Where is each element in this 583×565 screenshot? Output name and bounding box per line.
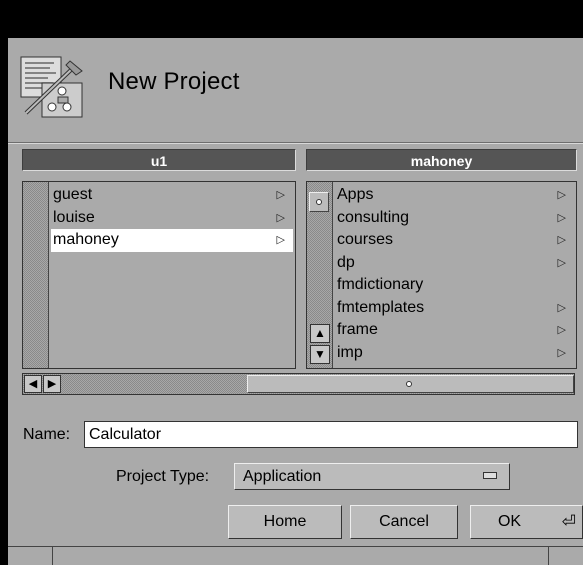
list-item[interactable]: guest ▷ — [51, 184, 293, 207]
title-bar[interactable] — [0, 0, 583, 38]
list-item[interactable]: frame ▷ — [335, 319, 574, 342]
list-item[interactable]: fmdictionary — [335, 274, 574, 297]
list-item[interactable]: Apps ▷ — [335, 184, 574, 207]
branch-arrow-icon: ▷ — [557, 211, 566, 224]
branch-arrow-icon: ▷ — [557, 234, 566, 246]
list-item-selected[interactable]: mahoney ▷ — [51, 229, 293, 252]
dialog-title: New Project — [108, 68, 240, 95]
column-header-left: u1 — [22, 149, 296, 171]
branch-arrow-icon: ▷ — [557, 256, 566, 269]
list-item-label: guest — [53, 186, 93, 203]
list-item-label: louise — [53, 208, 95, 226]
branch-arrow-icon: ▷ — [557, 324, 566, 336]
list-item[interactable]: louise ▷ — [51, 207, 293, 230]
ok-button[interactable]: OK ⏎ — [470, 505, 583, 539]
right-list-scrollbar[interactable]: ▲ ▼ — [307, 182, 333, 368]
option-menu-indicator-icon — [483, 472, 497, 479]
list-item-label: imp — [337, 343, 363, 361]
column-header-right: mahoney — [306, 149, 577, 171]
list-item[interactable]: consulting ▷ — [335, 207, 574, 230]
left-browser-list[interactable]: guest ▷ louise ▷ mahoney ▷ — [22, 181, 296, 369]
return-key-icon: ⏎ — [561, 512, 576, 531]
branch-arrow-icon: ▷ — [557, 301, 566, 314]
branch-arrow-icon: ▷ — [276, 189, 285, 201]
project-type-select[interactable]: Application — [234, 463, 510, 490]
list-item-label: mahoney — [53, 231, 119, 248]
list-item[interactable]: dp ▷ — [335, 252, 574, 275]
branch-arrow-icon: ▷ — [276, 211, 285, 224]
scroll-up-icon[interactable]: ▲ — [310, 324, 330, 343]
right-list-items: Apps ▷ consulting ▷ courses ▷ dp ▷ fmdic… — [335, 184, 574, 364]
scroll-down-icon[interactable]: ▼ — [310, 345, 330, 364]
list-item[interactable]: fmtemplates ▷ — [335, 297, 574, 320]
name-field[interactable]: Calculator — [84, 421, 578, 448]
dialog-panel: New Project u1 mahoney guest ▷ louise ▷ … — [8, 38, 583, 565]
list-item-label: Apps — [337, 186, 374, 203]
left-list-scrollbar[interactable] — [23, 182, 49, 368]
home-button[interactable]: Home — [228, 505, 342, 539]
list-item-label: frame — [337, 321, 378, 338]
list-item-label: fmdictionary — [337, 276, 424, 293]
list-item-label: consulting — [337, 208, 410, 226]
branch-arrow-icon: ▷ — [276, 234, 285, 246]
list-item-label: fmtemplates — [337, 298, 425, 316]
right-list-scroll-thumb[interactable] — [309, 192, 329, 212]
branch-arrow-icon: ▷ — [557, 346, 566, 359]
branch-arrow-icon: ▷ — [557, 189, 566, 201]
scroll-right-icon[interactable]: ▶ — [43, 375, 61, 393]
cancel-button[interactable]: Cancel — [350, 505, 458, 539]
header-divider — [8, 142, 583, 144]
new-project-window: New Project u1 mahoney guest ▷ louise ▷ … — [0, 0, 583, 565]
ok-button-label: OK — [497, 513, 522, 530]
left-list-items: guest ▷ louise ▷ mahoney ▷ — [51, 184, 293, 252]
right-browser-list[interactable]: ▲ ▼ Apps ▷ consulting ▷ courses ▷ dp ▷ f… — [306, 181, 577, 369]
scroll-left-icon[interactable]: ◀ — [24, 375, 42, 393]
list-item-label: dp — [337, 253, 355, 271]
list-item[interactable]: courses ▷ — [335, 229, 574, 252]
name-label: Name: — [23, 426, 71, 443]
list-item[interactable]: imp ▷ — [335, 342, 574, 365]
bottom-edge — [8, 546, 583, 565]
browser-horizontal-scrollbar[interactable]: ◀ ▶ — [22, 373, 575, 395]
project-type-value: Application — [243, 468, 322, 485]
horizontal-scroll-thumb[interactable] — [247, 375, 574, 393]
new-project-tools-icon — [20, 53, 86, 119]
list-item-label: courses — [337, 231, 394, 248]
project-type-label: Project Type: — [116, 468, 210, 485]
